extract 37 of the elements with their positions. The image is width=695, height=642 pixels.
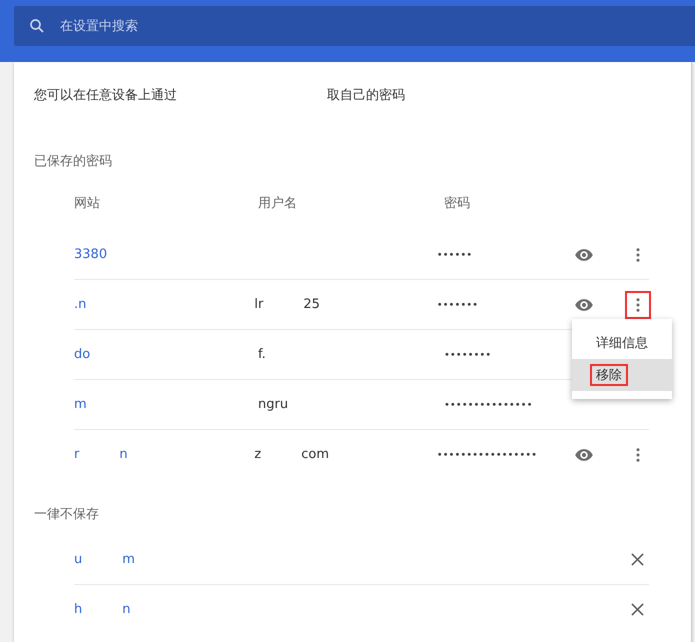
username-text: f. bbox=[258, 347, 266, 362]
site-link[interactable]: h bbox=[74, 602, 82, 617]
more-vert-icon bbox=[636, 448, 640, 462]
username-text: z bbox=[254, 447, 262, 462]
password-dots: ••••••••••••••• bbox=[444, 400, 532, 411]
site-link[interactable]: 3380 bbox=[74, 247, 108, 262]
site-link[interactable]: n bbox=[122, 602, 130, 617]
menu-item[interactable]: 详细信息 bbox=[572, 327, 672, 359]
menu-item[interactable]: 移除 bbox=[572, 359, 672, 391]
password-dots: •••••• bbox=[436, 250, 472, 261]
column-header: 用户名 bbox=[258, 195, 298, 212]
intro-text: 取自己的密码 bbox=[327, 87, 405, 104]
password-dots: ••••••• bbox=[436, 300, 478, 311]
section-title: 已保存的密码 bbox=[34, 153, 113, 170]
close-icon[interactable] bbox=[631, 603, 644, 616]
site-link[interactable]: m bbox=[74, 397, 87, 412]
site-link[interactable]: u bbox=[74, 552, 82, 567]
password-dots: •••••••• bbox=[444, 350, 492, 361]
column-header: 密码 bbox=[444, 195, 471, 212]
site-link[interactable]: .n bbox=[74, 297, 86, 312]
password-dots: ••••••••••••••••• bbox=[436, 450, 538, 461]
more-vert-icon bbox=[636, 298, 640, 312]
column-header: 网站 bbox=[74, 195, 101, 212]
site-link[interactable]: m bbox=[122, 552, 135, 567]
username-text: 25 bbox=[303, 297, 320, 312]
section-title: 一律不保存 bbox=[34, 506, 100, 523]
username-text: com bbox=[301, 447, 329, 462]
site-link[interactable]: r bbox=[74, 447, 80, 462]
search-field[interactable]: 在设置中搜索 bbox=[14, 6, 695, 46]
username-text: lr bbox=[254, 297, 264, 312]
site-link[interactable]: do bbox=[74, 347, 90, 362]
close-icon[interactable] bbox=[631, 553, 644, 566]
username-text: ngru bbox=[258, 397, 288, 412]
more-vert-icon bbox=[636, 248, 640, 262]
site-link[interactable]: n bbox=[119, 447, 128, 462]
intro-text: 您可以在任意设备上通过 bbox=[34, 87, 177, 104]
more-button[interactable] bbox=[625, 290, 651, 318]
